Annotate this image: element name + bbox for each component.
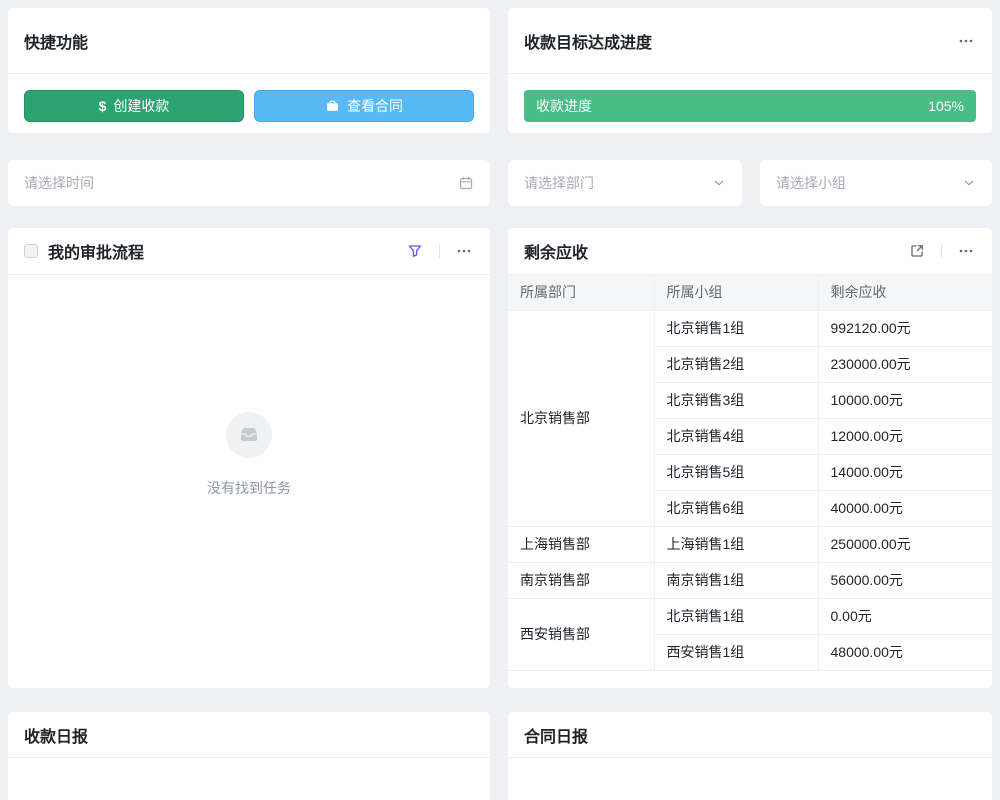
group-select-placeholder: 请选择小组 [776,173,962,193]
more-icon[interactable] [956,31,976,51]
create-payment-button[interactable]: $ 创建收款 [24,90,244,122]
col-amount: 剩余应收 [818,275,992,310]
table-row: 上海销售部 上海销售1组 250000.00元 [508,526,992,562]
amount-cell: 230000.00元 [818,346,992,382]
table-header-row: 所属部门 所属小组 剩余应收 [508,275,992,310]
table-row: 西安销售部 北京销售1组 0.00元 [508,598,992,634]
approval-empty-state: 没有找到任务 [8,249,490,661]
group-cell: 北京销售6组 [654,490,818,526]
progress-bar-wrap: 收款进度 105% [508,74,992,138]
more-icon[interactable] [956,241,976,261]
progress-bar-value: 105% [928,98,964,114]
group-cell: 西安销售1组 [654,634,818,670]
contract-daily-title: 合同日报 [524,723,588,747]
amount-cell: 0.00元 [818,598,992,634]
amount-cell: 48000.00元 [818,634,992,670]
payment-daily-card: 收款日报 [8,712,490,800]
progress-bar: 收款进度 105% [524,90,976,122]
contract-daily-card: 合同日报 [508,712,992,800]
department-select-placeholder: 请选择部门 [524,173,712,193]
create-payment-label: 创建收款 [113,96,169,116]
progress-card: 收款目标达成进度 收款进度 105% [508,8,992,133]
view-contract-button[interactable]: 查看合同 [254,90,474,122]
col-group: 所属小组 [654,275,818,310]
quick-actions-buttons: $ 创建收款 查看合同 [8,74,490,138]
time-picker-field[interactable] [8,160,490,206]
col-department: 所属部门 [508,275,654,310]
group-cell: 北京销售1组 [654,310,818,346]
receivables-title: 剩余应收 [524,239,588,263]
table-row: 南京销售部 南京销售1组 56000.00元 [508,562,992,598]
approval-empty-text: 没有找到任务 [207,478,291,498]
chevron-down-icon [712,176,726,190]
department-select[interactable]: 请选择部门 [508,160,742,206]
approval-checkbox[interactable] [24,244,38,258]
group-cell: 北京销售1组 [654,598,818,634]
header-divider [439,244,440,258]
amount-cell: 992120.00元 [818,310,992,346]
amount-cell: 12000.00元 [818,418,992,454]
group-cell: 北京销售3组 [654,382,818,418]
header-divider [941,244,942,258]
group-cell: 南京销售1组 [654,562,818,598]
calendar-icon[interactable] [458,175,474,191]
amount-cell: 10000.00元 [818,382,992,418]
chevron-down-icon [962,176,976,190]
table-row: 北京销售部 北京销售1组 992120.00元 [508,310,992,346]
approval-card: 我的审批流程 没有找到任务 [8,228,490,688]
department-cell: 北京销售部 [508,310,654,526]
department-cell: 南京销售部 [508,562,654,598]
department-cell: 西安销售部 [508,598,654,670]
more-icon[interactable] [454,241,474,261]
quick-actions-card: 快捷功能 $ 创建收款 查看合同 [8,8,490,133]
payment-daily-header: 收款日报 [8,712,490,758]
view-contract-label: 查看合同 [347,96,403,116]
quick-actions-header: 快捷功能 [8,8,490,74]
dollar-icon: $ [99,98,107,114]
progress-header: 收款目标达成进度 [508,8,992,74]
quick-actions-title: 快捷功能 [24,29,88,53]
progress-bar-label: 收款进度 [536,96,592,116]
progress-title: 收款目标达成进度 [524,29,652,53]
group-cell: 北京销售5组 [654,454,818,490]
dashboard-page: 快捷功能 $ 创建收款 查看合同 收款目标达成进度 [0,0,1000,800]
filter-icon[interactable] [405,241,425,261]
contract-daily-header: 合同日报 [508,712,992,758]
amount-cell: 250000.00元 [818,526,992,562]
receivables-table: 所属部门 所属小组 剩余应收 北京销售部 北京销售1组 992120.00元 北… [508,275,992,671]
group-cell: 北京销售2组 [654,346,818,382]
payment-daily-title: 收款日报 [24,723,88,747]
department-cell: 上海销售部 [508,526,654,562]
receivables-header: 剩余应收 [508,228,992,275]
group-select[interactable]: 请选择小组 [760,160,992,206]
receivables-card: 剩余应收 所属部门 所属小组 剩余应收 [508,228,992,688]
group-cell: 北京销售4组 [654,418,818,454]
time-picker-input[interactable] [24,175,458,191]
amount-cell: 14000.00元 [818,454,992,490]
group-cell: 上海销售1组 [654,526,818,562]
open-in-new-icon[interactable] [907,241,927,261]
amount-cell: 40000.00元 [818,490,992,526]
amount-cell: 56000.00元 [818,562,992,598]
briefcase-icon [325,99,340,114]
approval-title: 我的审批流程 [48,239,144,263]
empty-inbox-icon [226,412,272,458]
